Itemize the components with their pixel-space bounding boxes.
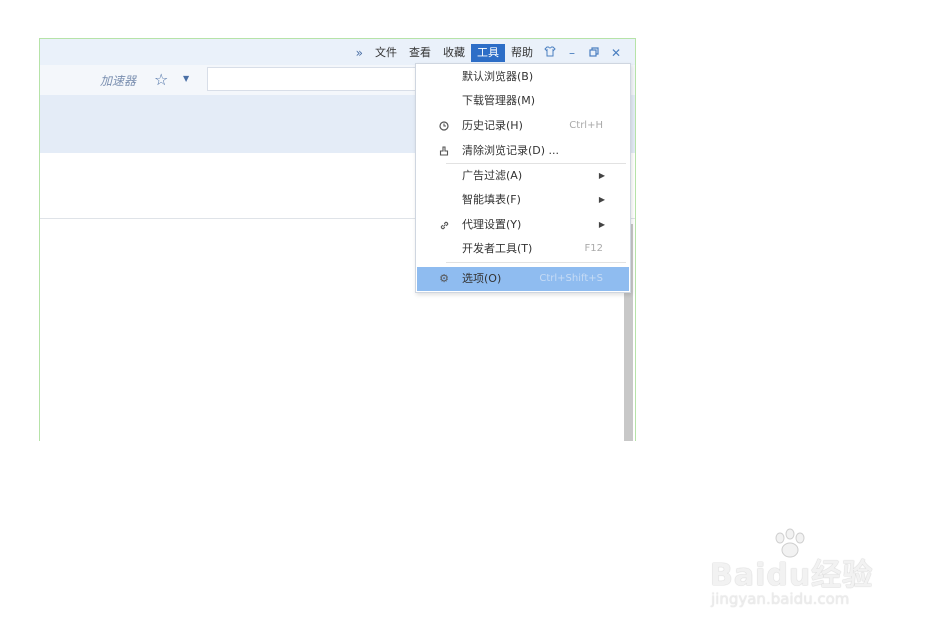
menu-tools[interactable]: 工具 (471, 44, 505, 62)
link-icon (437, 213, 451, 237)
menu-separator (446, 262, 626, 263)
submenu-arrow-icon: ▶ (598, 220, 605, 229)
submenu-arrow-icon: ▶ (598, 171, 605, 180)
restore-icon[interactable] (583, 46, 605, 60)
menu-item-clear-history[interactable]: 清除浏览记录(D) ... (417, 139, 629, 163)
menu-view[interactable]: 查看 (403, 44, 437, 62)
broom-icon (437, 139, 451, 163)
baidu-jingyan-watermark: Baidu经验 jingyan.baidu.com (710, 528, 890, 613)
menu-help[interactable]: 帮助 (505, 44, 539, 62)
menu-item-default-browser[interactable]: 默认浏览器(B) (417, 65, 629, 89)
tools-dropdown-menu: 默认浏览器(B) 下载管理器(M) 历史记录(H) Ctrl+H 清除浏览记录(… (415, 63, 631, 293)
chevron-down-icon[interactable]: ▼ (183, 74, 189, 83)
menu-item-developer-tools[interactable]: 开发者工具(T) F12 (417, 237, 629, 261)
menu-favorites[interactable]: 收藏 (437, 44, 471, 62)
menu-item-ad-filter[interactable]: 广告过滤(A) ▶ (417, 164, 629, 188)
watermark-url: jingyan.baidu.com (711, 590, 850, 608)
menu-item-proxy-settings[interactable]: 代理设置(Y) ▶ (417, 213, 629, 237)
menu-file[interactable]: 文件 (369, 44, 403, 62)
submenu-arrow-icon: ▶ (598, 195, 605, 204)
gear-icon: ⚙ (439, 272, 449, 285)
minimize-icon[interactable]: – (561, 46, 583, 60)
menu-item-history[interactable]: 历史记录(H) Ctrl+H (417, 114, 629, 138)
double-chevron-right-icon[interactable]: » (350, 46, 369, 60)
close-icon[interactable]: ✕ (605, 46, 627, 60)
star-icon[interactable]: ☆ (154, 70, 168, 89)
menu-bar: » 文件 查看 收藏 工具 帮助 – ✕ (350, 43, 627, 63)
watermark-brand: Baidu经验 (710, 558, 874, 593)
menu-item-smart-fill[interactable]: 智能填表(F) ▶ (417, 188, 629, 212)
menu-item-options[interactable]: ⚙ 选项(O) Ctrl+Shift+S (417, 267, 629, 291)
search-input[interactable] (207, 67, 427, 91)
accelerator-link[interactable]: 加速器 (100, 72, 136, 89)
clock-icon (437, 114, 451, 138)
skin-icon[interactable] (539, 46, 561, 60)
title-bar: » 文件 查看 收藏 工具 帮助 – ✕ (40, 39, 635, 65)
menu-item-download-manager[interactable]: 下载管理器(M) (417, 89, 629, 113)
